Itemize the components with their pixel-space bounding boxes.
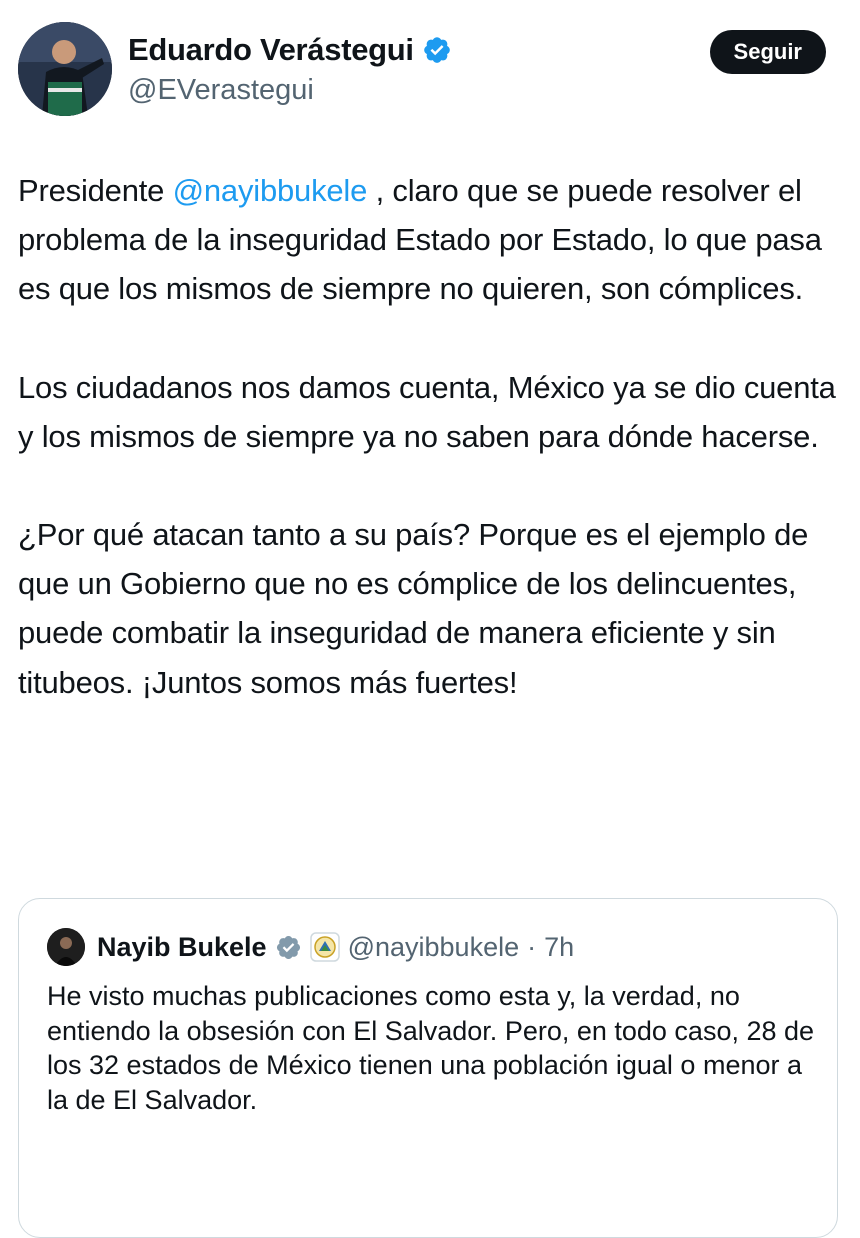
author-info: Eduardo Verástegui @EVerastegui — [128, 30, 452, 107]
tweet-text-segment: Presidente — [18, 173, 173, 208]
quoted-tweet-header: Nayib Bukele @nayibbukele · 7h — [47, 927, 574, 967]
verified-badge-icon — [422, 35, 452, 65]
author-avatar[interactable] — [18, 22, 112, 116]
quoted-tweet-text: He visto muchas publicaciones como esta … — [47, 981, 815, 1115]
tweet-text: Presidente @nayibbukele , claro que se p… — [18, 166, 848, 756]
quoted-author-handle[interactable]: @nayibbukele — [348, 932, 520, 963]
quoted-author-display-name[interactable]: Nayib Bukele — [97, 932, 267, 963]
profile-photo-icon — [47, 928, 85, 966]
separator-dot: · — [527, 931, 537, 962]
tweet-paragraph: ¿Por qué atacan tanto a su país? Porque … — [18, 517, 809, 700]
quoted-tweet-timestamp[interactable]: 7h — [544, 932, 574, 963]
mention-link[interactable]: @nayibbukele — [173, 173, 368, 208]
profile-photo-icon — [18, 22, 112, 116]
quoted-tweet[interactable]: Nayib Bukele @nayibbukele · 7h He visto … — [18, 898, 838, 1238]
author-name-row: Eduardo Verástegui — [128, 30, 452, 70]
tweet-paragraph: Los ciudadanos nos damos cuenta, México … — [18, 369, 836, 454]
author-handle[interactable]: @EVerastegui — [128, 74, 452, 107]
quoted-author-avatar[interactable] — [47, 928, 85, 966]
verified-badge-gray-icon — [275, 934, 302, 961]
tweet-paragraph: Presidente @nayibbukele , claro que se p… — [18, 166, 848, 314]
author-display-name[interactable]: Eduardo Verástegui — [128, 32, 414, 68]
follow-button[interactable]: Seguir — [709, 30, 826, 74]
tweet-header: Eduardo Verástegui @EVerastegui Seguir — [18, 22, 842, 118]
el-salvador-coat-of-arms-icon — [309, 932, 340, 962]
